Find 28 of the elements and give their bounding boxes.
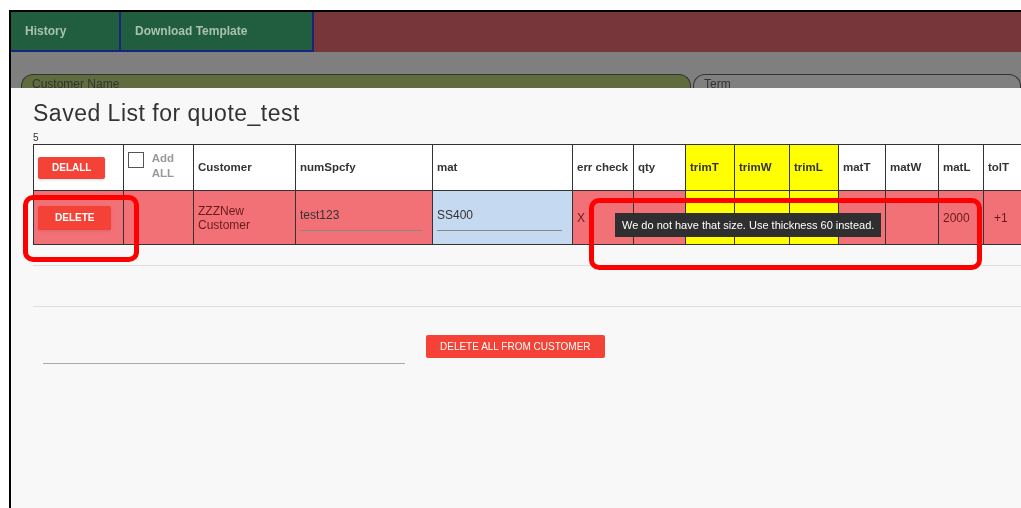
column-header: err check <box>572 144 634 191</box>
tooltip: We do not have that size. Use thickness 60 instead. <box>615 213 882 237</box>
nav-tab[interactable]: History <box>11 12 121 52</box>
column-header: numSpcfy <box>295 144 433 191</box>
add-all-label: Add ALL <box>150 150 174 181</box>
text-field[interactable]: Customer Name <box>21 74 691 88</box>
dialog-title: Saved List for quote_test <box>33 99 301 128</box>
column-header: trimT <box>685 144 735 191</box>
column-header: matT <box>838 144 886 191</box>
table-cell-text: +1 <box>993 210 1009 225</box>
column-header: matL <box>938 144 984 191</box>
column-header: tolT <box>983 144 1021 191</box>
table-cell-text: X <box>577 210 586 225</box>
column-header: mat <box>432 144 573 191</box>
delete-all-from-customer-button[interactable]: DELETE ALL FROM CUSTOMER <box>426 335 605 358</box>
column-header: qty <box>633 144 686 191</box>
nav-tab[interactable]: Download Template <box>121 12 314 52</box>
column-header: trimL <box>789 144 839 191</box>
column-header: Customer <box>193 144 296 191</box>
column-header: matW <box>885 144 939 191</box>
text-field[interactable]: Term <box>693 74 1021 88</box>
checkbox[interactable] <box>128 151 144 168</box>
table-cell-text: ZZZNew Customer <box>198 203 251 232</box>
column-header: trimW <box>734 144 790 191</box>
table-cell-text: 2000 <box>943 210 971 225</box>
delete-button[interactable]: DELETE <box>38 205 112 230</box>
item-count: 5 <box>33 132 39 144</box>
delete-all-button[interactable]: DELALL <box>38 156 106 179</box>
